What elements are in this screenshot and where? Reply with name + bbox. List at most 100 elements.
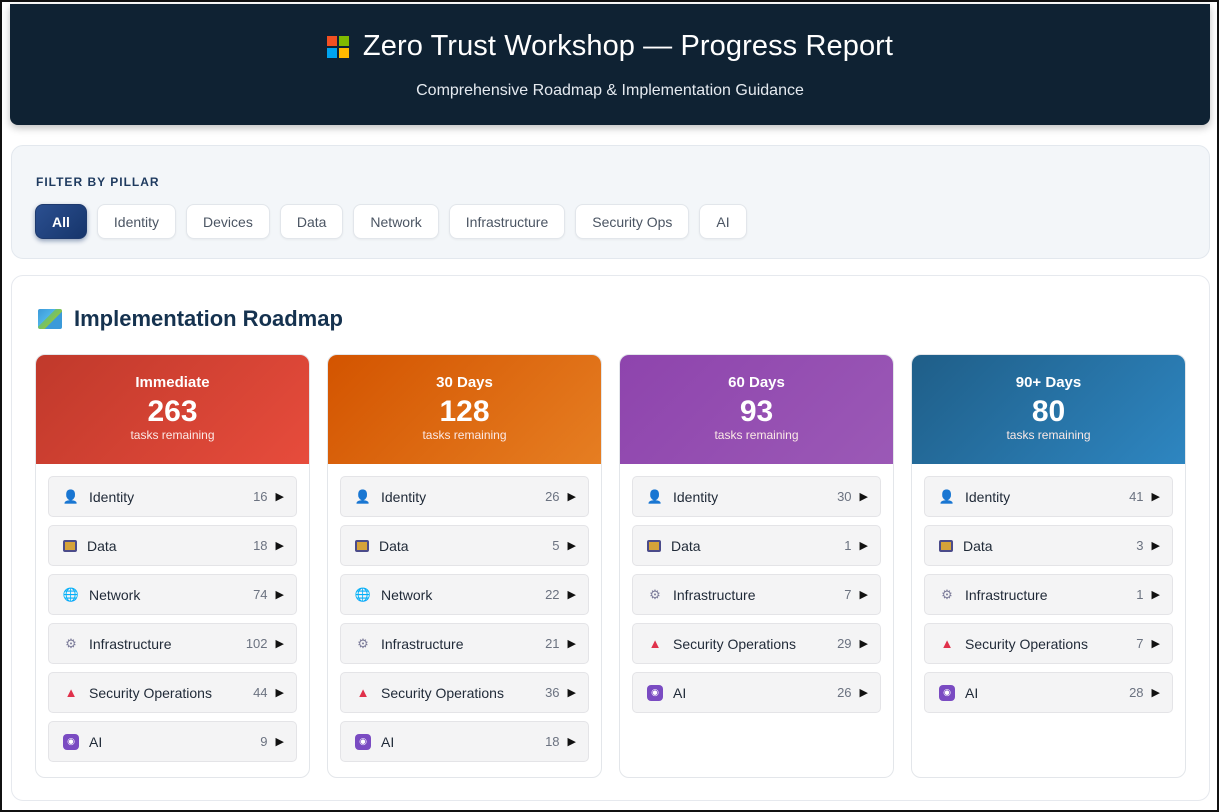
logo-square-blue [326,47,337,58]
pillar-name: Infrastructure [965,586,1048,603]
pillar-name: Data [671,537,701,554]
pillar-task-count: 26 [545,489,560,504]
data-icon [63,539,77,552]
pillar-task-count: 1 [844,538,852,553]
expand-arrow-icon[interactable]: ▶ [1152,637,1160,650]
expand-arrow-icon[interactable]: ▶ [276,735,284,748]
pillar-item-infrastructure[interactable]: ⚙ Infrastructure 21 ▶ [340,623,589,664]
logo-square-yellow [338,47,349,58]
expand-arrow-icon[interactable]: ▶ [276,588,284,601]
roadmap-heading: Implementation Roadmap [38,306,343,332]
column-header: 30 Days 128 tasks remaining [328,355,601,464]
pillar-task-count: 36 [545,685,560,700]
pillar-list: 👤 Identity 26 ▶ Data 5 ▶ 🌐 Network 22 ▶ ⚙ Infrastruc… [328,464,601,762]
expand-arrow-icon[interactable]: ▶ [860,539,868,552]
pillar-task-count: 26 [837,685,852,700]
pillar-task-count: 7 [1136,636,1144,651]
pillar-task-count: 28 [1129,685,1144,700]
filter-chip-network[interactable]: Network [353,204,439,239]
expand-arrow-icon[interactable]: ▶ [1152,490,1160,503]
pillar-item-security-operations[interactable]: ▲ Security Operations 29 ▶ [632,623,881,664]
pillar-item-data[interactable]: Data 3 ▶ [924,525,1173,566]
pillar-item-ai[interactable]: ◉ AI 28 ▶ [924,672,1173,713]
expand-arrow-icon[interactable]: ▶ [276,490,284,503]
person-icon: 👤 [354,489,372,504]
expand-arrow-icon[interactable]: ▶ [568,637,576,650]
filter-chip-security-ops[interactable]: Security Ops [575,204,690,239]
filter-chip-devices[interactable]: Devices [186,204,270,239]
filter-label: FILTER BY PILLAR [36,175,160,189]
pillar-name: Security Operations [965,635,1088,652]
pillar-name: Infrastructure [89,635,172,652]
expand-arrow-icon[interactable]: ▶ [276,686,284,699]
globe-icon: 🌐 [62,587,80,602]
pillar-item-identity[interactable]: 👤 Identity 41 ▶ [924,476,1173,517]
pillar-item-infrastructure[interactable]: ⚙ Infrastructure 1 ▶ [924,574,1173,615]
pillar-name: AI [673,684,687,701]
pillar-task-count: 44 [253,685,268,700]
pillar-name: Identity [965,488,1011,505]
pillar-name: Security Operations [381,684,504,701]
roadmap-panel: Implementation Roadmap Immediate 263 tasks… [11,275,1210,801]
pillar-item-ai[interactable]: ◉ AI 18 ▶ [340,721,589,762]
roadmap-title: Implementation Roadmap [74,306,343,331]
expand-arrow-icon[interactable]: ▶ [860,490,868,503]
pillar-item-ai[interactable]: ◉ AI 26 ▶ [632,672,881,713]
filter-chip-data[interactable]: Data [279,204,344,239]
pillar-task-count: 21 [545,636,560,651]
pillar-item-data[interactable]: Data 1 ▶ [632,525,881,566]
expand-arrow-icon[interactable]: ▶ [568,686,576,699]
expand-arrow-icon[interactable]: ▶ [276,539,284,552]
pillar-task-count: 3 [1136,538,1144,553]
roadmap-column-30-days: 30 Days 128 tasks remaining 👤 Identity 26 ▶ Dat… [327,354,602,778]
expand-arrow-icon[interactable]: ▶ [568,588,576,601]
column-task-count: 128 [439,395,490,428]
pillar-item-network[interactable]: 🌐 Network 22 ▶ [340,574,589,615]
expand-arrow-icon[interactable]: ▶ [276,637,284,650]
filter-chip-ai[interactable]: AI [699,204,747,239]
expand-arrow-icon[interactable]: ▶ [860,588,868,601]
pillar-item-identity[interactable]: 👤 Identity 16 ▶ [48,476,297,517]
data-icon [647,539,661,552]
logo-square-red [326,35,337,46]
pillar-item-identity[interactable]: 👤 Identity 26 ▶ [340,476,589,517]
pillar-name: Data [87,537,117,554]
pillar-task-count: 29 [837,636,852,651]
page-subtitle: Comprehensive Roadmap & Implementation G… [416,82,804,99]
pillar-item-security-operations[interactable]: ▲ Security Operations 44 ▶ [48,672,297,713]
pillar-item-infrastructure[interactable]: ⚙ Infrastructure 7 ▶ [632,574,881,615]
expand-arrow-icon[interactable]: ▶ [1152,539,1160,552]
pillar-name: Network [89,586,141,603]
expand-arrow-icon[interactable]: ▶ [1152,588,1160,601]
pillar-item-data[interactable]: Data 5 ▶ [340,525,589,566]
pillar-item-security-operations[interactable]: ▲ Security Operations 36 ▶ [340,672,589,713]
expand-arrow-icon[interactable]: ▶ [860,637,868,650]
pillar-task-count: 102 [245,636,268,651]
pillar-task-count: 22 [545,587,560,602]
pillar-name: Network [381,586,433,603]
person-icon: 👤 [938,489,956,504]
column-header: 60 Days 93 tasks remaining [620,355,893,464]
expand-arrow-icon[interactable]: ▶ [568,539,576,552]
siren-icon: ▲ [648,636,662,651]
column-header: 90+ Days 80 tasks remaining [912,355,1185,464]
pillar-item-security-operations[interactable]: ▲ Security Operations 7 ▶ [924,623,1173,664]
pillar-item-ai[interactable]: ◉ AI 9 ▶ [48,721,297,762]
pillar-task-count: 9 [260,734,268,749]
column-subtitle: tasks remaining [1006,428,1091,442]
pillar-item-data[interactable]: Data 18 ▶ [48,525,297,566]
filter-chip-infrastructure[interactable]: Infrastructure [448,204,566,239]
expand-arrow-icon[interactable]: ▶ [568,490,576,503]
column-subtitle: tasks remaining [422,428,507,442]
filter-chip-identity[interactable]: Identity [96,204,177,239]
pillar-item-network[interactable]: 🌐 Network 74 ▶ [48,574,297,615]
expand-arrow-icon[interactable]: ▶ [568,735,576,748]
expand-arrow-icon[interactable]: ▶ [860,686,868,699]
filter-chip-all[interactable]: All [35,204,87,239]
page-title: Zero Trust Workshop — Progress Report [362,30,894,62]
pillar-item-identity[interactable]: 👤 Identity 30 ▶ [632,476,881,517]
logo-square-green [338,35,349,46]
expand-arrow-icon[interactable]: ▶ [1152,686,1160,699]
pillar-list: 👤 Identity 30 ▶ Data 1 ▶ ⚙ Infrastructure 7 ▶ ▲ Secu… [620,464,893,713]
pillar-item-infrastructure[interactable]: ⚙ Infrastructure 102 ▶ [48,623,297,664]
